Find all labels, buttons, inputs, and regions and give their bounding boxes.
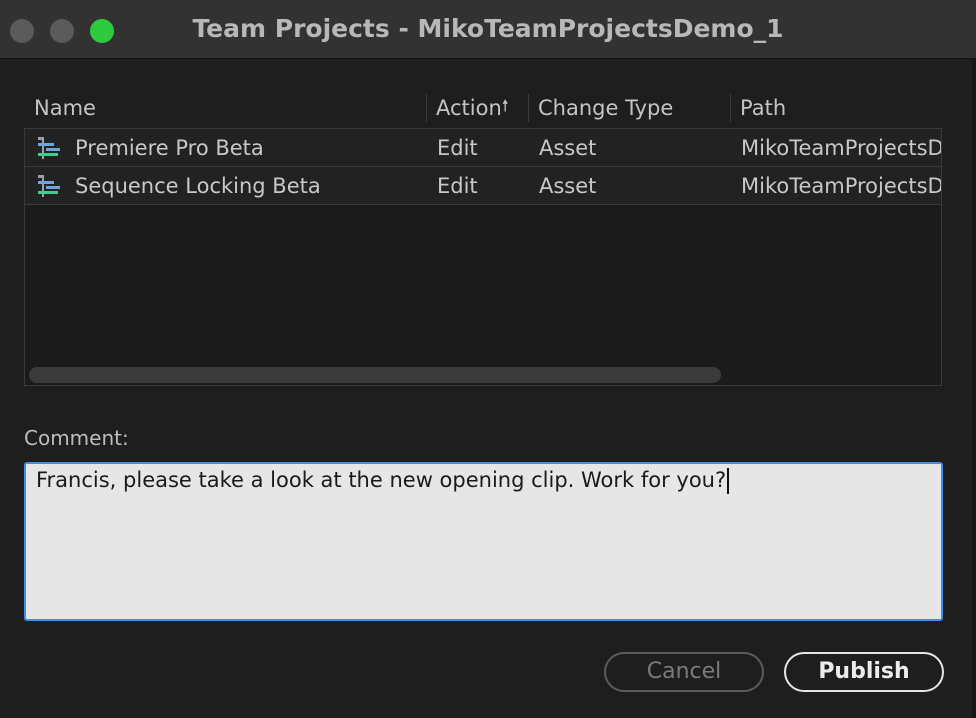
column-header-path[interactable]: Path bbox=[730, 88, 942, 128]
publish-button[interactable]: Publish bbox=[784, 652, 944, 692]
row-change-type: Asset bbox=[539, 136, 597, 160]
row-name: Sequence Locking Beta bbox=[75, 174, 321, 198]
row-change-type: Asset bbox=[539, 174, 597, 198]
comment-textarea[interactable]: Francis, please take a look at the new o… bbox=[24, 462, 943, 621]
comment-text: Francis, please take a look at the new o… bbox=[36, 468, 727, 492]
comment-label: Comment: bbox=[24, 426, 129, 450]
column-header-change-type[interactable]: Change Type bbox=[528, 88, 730, 128]
arrow-up-icon: 🠕 bbox=[501, 96, 509, 115]
row-path: MikoTeamProjectsDe bbox=[741, 174, 942, 198]
column-header-action[interactable]: Action🠕 bbox=[426, 88, 528, 128]
cancel-button[interactable]: Cancel bbox=[604, 652, 764, 692]
table-header: Name Action🠕 Change Type Path bbox=[24, 88, 942, 128]
row-action: Edit bbox=[437, 174, 478, 198]
title-bar: Team Projects - MikoTeamProjectsDemo_1 bbox=[0, 0, 976, 59]
window-title: Team Projects - MikoTeamProjectsDemo_1 bbox=[192, 14, 784, 43]
row-action: Edit bbox=[437, 136, 478, 160]
horizontal-scrollbar[interactable] bbox=[29, 367, 721, 383]
table-row[interactable]: Sequence Locking Beta Edit Asset MikoTea… bbox=[25, 167, 942, 205]
table-row[interactable]: Premiere Pro Beta Edit Asset MikoTeamPro… bbox=[25, 129, 942, 167]
changes-table[interactable]: Premiere Pro Beta Edit Asset MikoTeamPro… bbox=[24, 128, 942, 386]
text-caret bbox=[727, 468, 730, 494]
sequence-icon bbox=[38, 137, 60, 159]
row-path: MikoTeamProjectsDe bbox=[741, 136, 942, 160]
sequence-icon bbox=[38, 175, 60, 197]
row-name: Premiere Pro Beta bbox=[75, 136, 264, 160]
column-header-name[interactable]: Name bbox=[24, 88, 426, 128]
window-edge bbox=[972, 58, 976, 718]
